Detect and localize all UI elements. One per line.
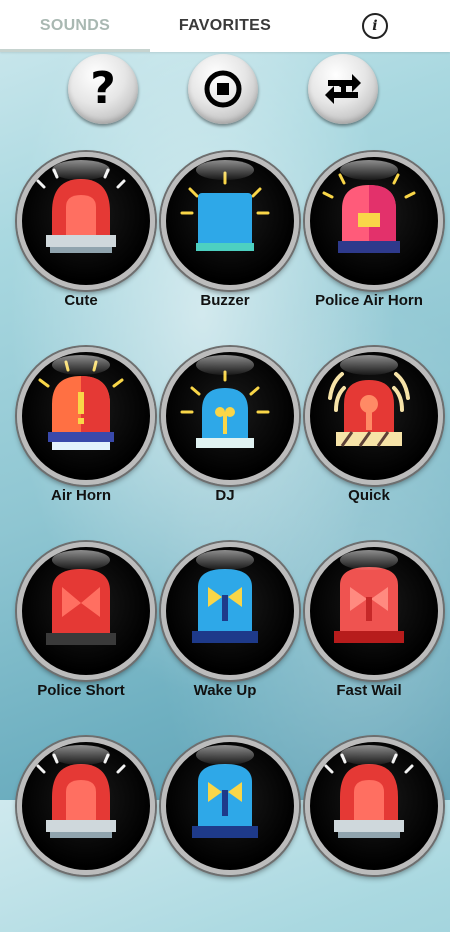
sound-label: Police Short	[37, 682, 125, 699]
sound-button[interactable]: Police Short	[9, 542, 155, 737]
sound-button[interactable]: Buzzer	[153, 152, 299, 347]
sound-button[interactable]: DJ	[153, 347, 299, 542]
disc-gloss	[52, 745, 110, 765]
sound-label: Air Horn	[51, 487, 111, 504]
sound-button[interactable]: Cute	[9, 152, 155, 347]
sound-disc	[161, 542, 299, 680]
sound-label: Wake Up	[193, 682, 257, 699]
sound-label: Fast Wail	[336, 682, 402, 699]
sound-disc	[17, 347, 155, 485]
disc-gloss	[196, 160, 254, 180]
tab-info[interactable]: i	[300, 0, 450, 52]
disc-gloss	[196, 550, 254, 570]
tab-sounds[interactable]: SOUNDS	[0, 0, 150, 52]
help-button[interactable]: ?	[68, 54, 138, 124]
disc-gloss	[196, 745, 254, 765]
repeat-one-icon	[325, 74, 361, 104]
tab-favorites-label: FAVORITES	[178, 17, 272, 34]
sound-button[interactable]: Police Air Horn	[297, 152, 443, 347]
tab-sounds-label: SOUNDS	[39, 17, 111, 34]
sound-button[interactable]: Fast Wail	[297, 542, 443, 737]
active-tab-indicator	[0, 49, 150, 52]
sound-button[interactable]: Air Horn	[9, 347, 155, 542]
sound-label: Buzzer	[200, 292, 250, 309]
sound-disc	[17, 152, 155, 290]
disc-gloss	[340, 550, 398, 570]
sound-label: Cute	[64, 292, 98, 309]
sound-button[interactable]	[153, 737, 299, 932]
sound-disc	[161, 737, 299, 875]
sound-disc	[161, 152, 299, 290]
disc-gloss	[340, 160, 398, 180]
stop-icon	[204, 70, 242, 108]
disc-gloss	[52, 160, 110, 180]
repeat-button[interactable]	[308, 54, 378, 124]
disc-gloss	[196, 355, 254, 375]
sound-label: DJ	[215, 487, 235, 504]
disc-gloss	[52, 550, 110, 570]
disc-gloss	[52, 355, 110, 375]
sound-disc	[305, 542, 443, 680]
info-icon[interactable]: i	[362, 13, 388, 39]
sound-disc	[305, 737, 443, 875]
sound-disc	[305, 152, 443, 290]
disc-gloss	[340, 745, 398, 765]
sound-disc	[17, 737, 155, 875]
disc-gloss	[340, 355, 398, 375]
sound-disc	[305, 347, 443, 485]
sound-disc	[17, 542, 155, 680]
sound-button[interactable]	[9, 737, 155, 932]
sound-disc	[161, 347, 299, 485]
top-tab-bar: SOUNDS FAVORITES i	[0, 0, 450, 52]
sound-button[interactable]: Wake Up	[153, 542, 299, 737]
sound-button[interactable]: Quick	[297, 347, 443, 542]
help-icon: ?	[90, 63, 116, 114]
sound-button[interactable]	[297, 737, 443, 932]
tab-favorites[interactable]: FAVORITES	[150, 0, 300, 52]
sound-label: Police Air Horn	[315, 292, 423, 309]
stop-button[interactable]	[188, 54, 258, 124]
sound-label: Quick	[348, 487, 390, 504]
